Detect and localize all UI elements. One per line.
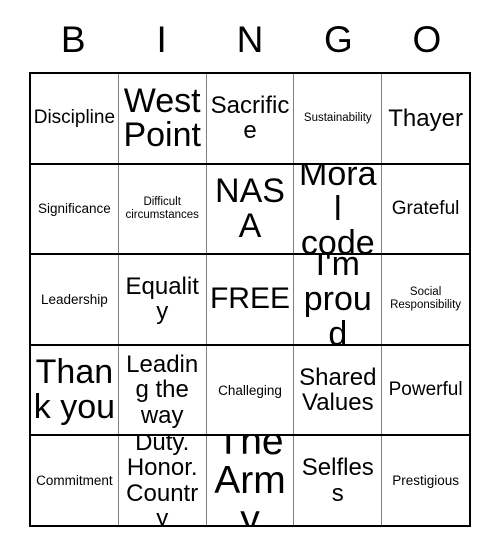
bingo-cell[interactable]: Thank you [31, 345, 119, 435]
bingo-cell[interactable]: Leading the way [119, 345, 207, 435]
bingo-cell[interactable]: NASA [207, 164, 295, 254]
bingo-cell[interactable]: Commitment [31, 436, 119, 525]
bingo-cell-label: Powerful [388, 378, 463, 400]
bingo-cell-label: West Point [123, 81, 201, 155]
bingo-cell-label: FREE [209, 282, 290, 316]
header-letter-b: B [60, 18, 86, 60]
bingo-cell[interactable]: Leadership [31, 255, 119, 344]
bingo-cell-label: Sacrifice [210, 92, 290, 145]
bingo-cell[interactable]: Grateful [382, 165, 469, 254]
bingo-cell[interactable]: The Army [207, 436, 295, 525]
bingo-cell[interactable]: I'm proud [294, 255, 383, 344]
bingo-header: B I N G O [29, 0, 471, 72]
bingo-cell-label: Shared Values [299, 363, 377, 417]
bingo-cell-label: Moral code [299, 164, 377, 254]
bingo-cell-label: Selfless [301, 454, 374, 507]
header-letter-i: I [156, 18, 167, 60]
bingo-cell-label: Grateful [391, 197, 460, 219]
bingo-cell-label: Sustainability [303, 111, 372, 124]
bingo-cell[interactable]: Social Responsibility [382, 255, 469, 344]
bingo-cell-free[interactable]: FREE [207, 255, 295, 344]
bingo-cell-label: Thank you [33, 353, 116, 427]
bingo-cell-label: Difficult circumstances [125, 195, 199, 221]
header-letter-g: G [324, 18, 353, 60]
bingo-cell[interactable]: Sustainability [294, 74, 383, 163]
bingo-cell[interactable]: Significance [31, 164, 119, 254]
bingo-cell-label: Challeging [218, 382, 282, 398]
bingo-row: Discipline West Point Sacrifice Sustaina… [31, 74, 469, 165]
bingo-cell[interactable]: Moral code [294, 164, 383, 254]
bingo-cell[interactable]: Thayer [382, 74, 469, 163]
bingo-cell-label: I'm proud [303, 255, 372, 344]
bingo-row: Thank you Leading the way Challeging Sha… [31, 345, 469, 437]
header-letter-o: O [412, 18, 442, 60]
bingo-cell-label: NASA [215, 172, 285, 245]
bingo-cell[interactable]: Sacrifice [207, 74, 295, 163]
bingo-cell-label: Prestigious [392, 473, 459, 489]
bingo-row: Commitment Duty. Honor. Country The Army… [31, 436, 469, 525]
header-letter-n: N [236, 18, 264, 60]
bingo-cell-label: Leading the way [126, 351, 199, 429]
bingo-cell[interactable]: Powerful [382, 346, 469, 435]
bingo-cell[interactable]: Equality [119, 255, 207, 344]
bingo-cell[interactable]: Prestigious [382, 436, 469, 525]
bingo-grid: Discipline West Point Sacrifice Sustaina… [29, 72, 471, 527]
bingo-cell[interactable]: Selfless [294, 436, 383, 525]
bingo-row: Significance Difficult circumstances NAS… [31, 164, 469, 256]
bingo-cell[interactable]: Difficult circumstances [119, 164, 207, 254]
bingo-cell[interactable]: West Point [119, 74, 207, 163]
bingo-cell-label: Discipline [33, 107, 116, 129]
bingo-cell-label: Duty. Honor. Country [126, 436, 199, 525]
bingo-cell[interactable]: Discipline [31, 74, 119, 163]
bingo-cell[interactable]: Duty. Honor. Country [119, 436, 207, 525]
bingo-cell[interactable]: Challeging [207, 345, 295, 435]
bingo-card: B I N G O Discipline West Point Sacrific… [29, 0, 471, 527]
bingo-cell-label: Thayer [388, 104, 463, 132]
bingo-cell-label: Social Responsibility [390, 286, 462, 312]
bingo-cell-label: Leadership [40, 291, 108, 307]
bingo-cell-label: The Army [214, 436, 286, 525]
bingo-cell[interactable]: Shared Values [294, 345, 383, 435]
bingo-cell-label: Significance [38, 201, 111, 217]
bingo-cell-label: Commitment [36, 473, 113, 489]
bingo-row: Leadership Equality FREE I'm proud Socia… [31, 255, 469, 346]
bingo-cell-label: Equality [125, 273, 199, 326]
